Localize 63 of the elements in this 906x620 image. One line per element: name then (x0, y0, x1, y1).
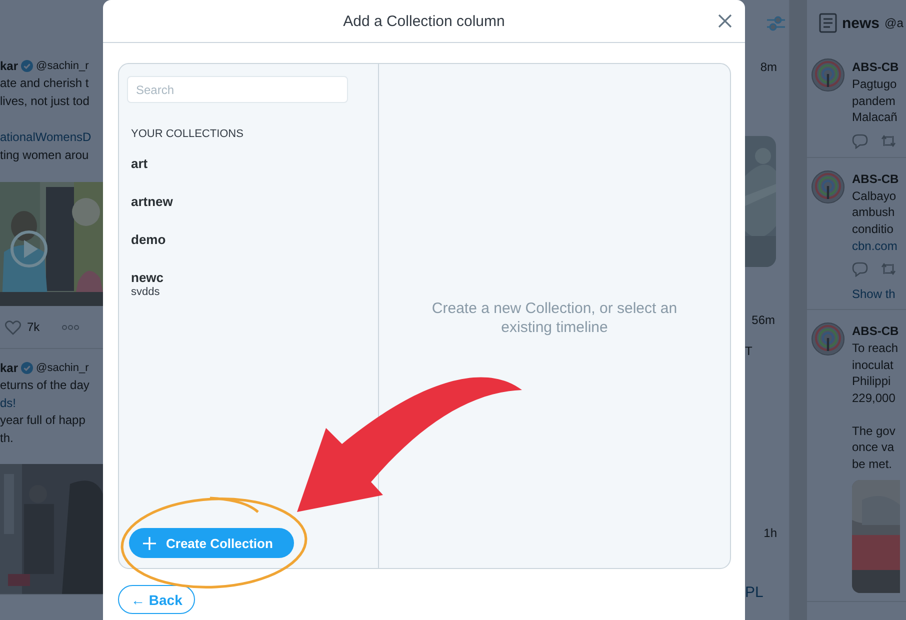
collection-description: svdds (131, 286, 161, 298)
tweet-text: year full of happ (0, 412, 86, 429)
tweet-text: Malacañ (852, 109, 898, 126)
document-icon (819, 13, 837, 33)
tweet-text: Pagtugo (852, 76, 897, 93)
author-name: kar (0, 361, 18, 375)
tweet-text: ate and cherish t (0, 75, 89, 92)
tweet-text: lives, not just tod (0, 92, 90, 110)
collection-name[interactable]: art (131, 156, 148, 172)
tweet-text: eturns of the day (0, 377, 90, 394)
play-icon[interactable] (9, 229, 49, 269)
timestamp: 56m (750, 313, 776, 327)
heart-icon[interactable] (5, 320, 21, 334)
tweet-text: conditio (852, 220, 894, 238)
avatar-icon (811, 170, 845, 204)
tweet-text: T (745, 344, 754, 358)
avatar-icon (811, 322, 845, 356)
section-heading: YOUR COLLECTIONS (131, 128, 244, 140)
show-thread-link[interactable]: Show th (852, 287, 899, 302)
avatar-icon (811, 58, 845, 92)
author-name: ABS-CB (852, 170, 899, 188)
empty-state-message: Create a new Collection, or select an existing timeline (430, 299, 678, 337)
link[interactable]: PL (745, 584, 789, 601)
reply-icon[interactable] (852, 262, 868, 278)
timestamp: 1h (762, 526, 778, 540)
retweet-icon[interactable] (881, 134, 896, 148)
user-handle: @sachin_r (36, 60, 89, 72)
link[interactable]: ds! (0, 394, 16, 412)
tweet-text: pandem (852, 92, 896, 110)
author-name: ABS-CB (852, 323, 900, 340)
tweet-text: 229,000 (852, 390, 896, 407)
link[interactable]: ationalWomensD (0, 129, 92, 146)
tweet-text: The gov (852, 422, 896, 440)
column-title: news (842, 14, 880, 32)
close-icon[interactable] (718, 14, 732, 28)
tweet-text: th. (0, 430, 14, 446)
create-collection-button[interactable]: Create Collection (129, 528, 294, 558)
retweet-icon[interactable] (881, 262, 896, 276)
like-count: 7k (27, 320, 40, 334)
link[interactable]: cbn.com (852, 238, 898, 254)
plus-icon (143, 536, 156, 550)
user-handle: @sachin_r (36, 362, 89, 374)
reply-icon[interactable] (852, 134, 868, 149)
tweet-text: ting women arou (0, 146, 89, 164)
more-icon[interactable] (62, 324, 79, 330)
search-field[interactable]: Search (127, 76, 348, 103)
author-name: kar (0, 59, 18, 73)
collection-name[interactable]: artnew (131, 194, 173, 210)
back-button[interactable]: ← Back (118, 585, 196, 614)
tweet-text: inoculat (852, 356, 894, 374)
dialog-title: Add a Collection column (343, 12, 505, 30)
user-handle: @a (884, 16, 904, 30)
tweet-text: Calbayo (852, 188, 896, 204)
collection-name[interactable]: demo (131, 232, 166, 248)
tweet-text: ambush (852, 204, 895, 221)
timestamp: 8m (759, 60, 778, 74)
tweet-text: once va (852, 439, 894, 456)
tweet-text: Philippi (852, 373, 891, 390)
author-name: ABS-CB (852, 59, 899, 76)
tweet-text: be met. (852, 456, 892, 472)
filter-icon[interactable] (766, 14, 786, 32)
tweet-text: To reach (852, 340, 898, 357)
collection-name[interactable]: newc (131, 270, 164, 286)
